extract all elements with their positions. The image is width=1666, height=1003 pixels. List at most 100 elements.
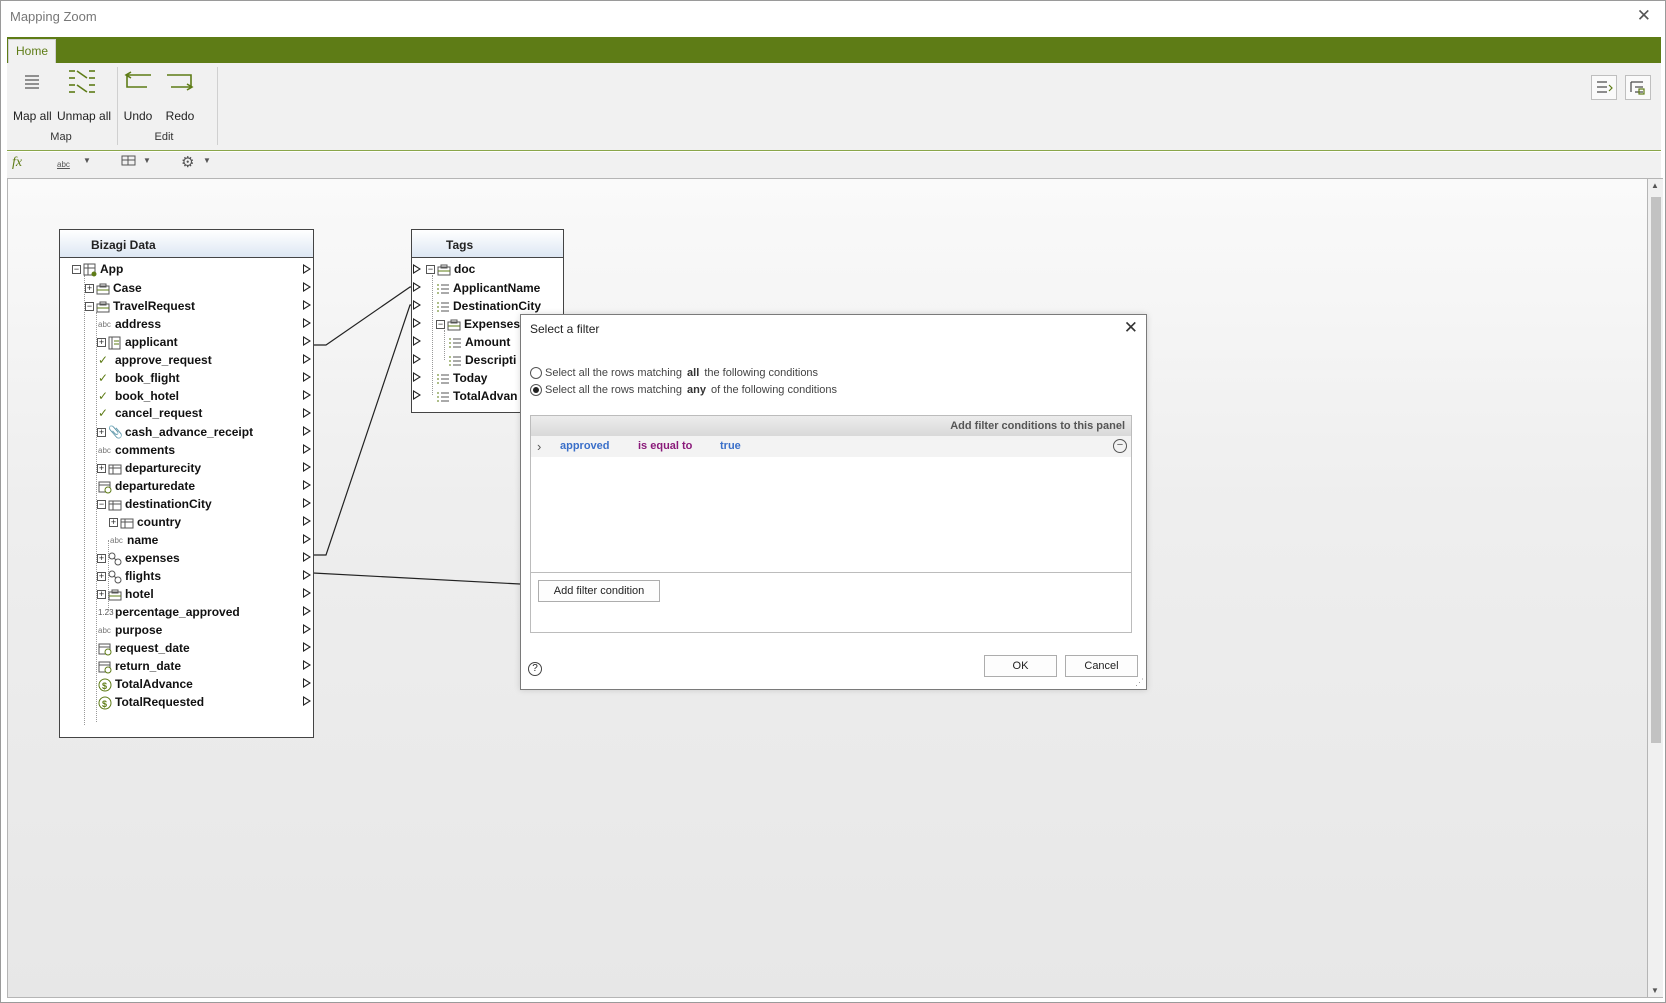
connector-arrow[interactable]	[413, 390, 421, 400]
tree-node-book-flight[interactable]: ✓ book_flight	[98, 369, 180, 388]
tree-node-totaladvance[interactable]: $ TotalAdvance	[98, 675, 193, 694]
connector-arrow[interactable]	[303, 354, 311, 364]
radio-match-all[interactable]: Select all the rows matching all the fol…	[530, 367, 818, 380]
add-filter-condition-button[interactable]: Add filter condition	[538, 580, 660, 602]
condition-value[interactable]: true	[720, 436, 741, 457]
tag-node-description[interactable]: Descripti	[448, 351, 516, 370]
connector-arrow[interactable]	[303, 660, 311, 670]
connector-arrow[interactable]	[413, 264, 421, 274]
tree-node-flights[interactable]: + flights	[97, 567, 161, 586]
ok-button[interactable]: OK	[984, 655, 1057, 677]
connector-arrow[interactable]	[303, 696, 311, 706]
radio-match-any[interactable]: Select all the rows matching any of the …	[530, 384, 837, 397]
collapse-tree-button[interactable]	[1625, 75, 1651, 100]
tag-node-applicantname[interactable]: ApplicantName	[436, 279, 540, 298]
radio-circle[interactable]	[530, 367, 542, 380]
tree-node-app[interactable]: − App	[72, 260, 123, 279]
tree-node-cash-advance-receipt[interactable]: + 📎 cash_advance_receipt	[97, 423, 253, 442]
unmap-all-button[interactable]: Unmap all	[57, 63, 111, 123]
tag-node-doc[interactable]: − doc	[426, 260, 475, 279]
tree-node-hotel[interactable]: + hotel	[97, 585, 154, 604]
connector-arrow[interactable]	[413, 282, 421, 292]
filter-condition-row[interactable]: › approved is equal to true −	[531, 436, 1131, 457]
remove-condition-icon[interactable]: −	[1113, 439, 1127, 453]
close-window-icon[interactable]: ✕	[1637, 6, 1651, 26]
connector-arrow[interactable]	[303, 552, 311, 562]
connector-arrow[interactable]	[303, 282, 311, 292]
connector-arrow[interactable]	[303, 588, 311, 598]
scrollbar-thumb[interactable]	[1651, 197, 1661, 743]
vertical-scrollbar[interactable]: ▲ ▼	[1648, 178, 1663, 998]
connector-arrow[interactable]	[413, 372, 421, 382]
expand-tree-button[interactable]	[1591, 75, 1617, 100]
scroll-up-icon[interactable]: ▲	[1651, 181, 1659, 190]
tree-node-departuredate[interactable]: departuredate	[98, 477, 195, 496]
connector-arrow[interactable]	[303, 516, 311, 526]
tag-node-today[interactable]: Today	[436, 369, 487, 388]
chevron-down-icon[interactable]: ▼	[143, 156, 151, 165]
connector-arrow[interactable]	[303, 534, 311, 544]
tree-node-name[interactable]: abc name	[110, 531, 158, 550]
connector-arrow[interactable]	[303, 444, 311, 454]
connector-arrow[interactable]	[303, 606, 311, 616]
gear-icon[interactable]: ⚙	[181, 153, 194, 171]
tree-node-percentage-approved[interactable]: 1.23percentage_approved	[98, 603, 240, 622]
connector-arrow[interactable]	[303, 408, 311, 418]
connector-arrow[interactable]	[413, 354, 421, 364]
tab-home[interactable]: Home	[8, 39, 56, 63]
undo-button[interactable]: Undo	[121, 63, 155, 123]
radio-circle-selected[interactable]	[530, 384, 542, 397]
connector-arrow[interactable]	[303, 498, 311, 508]
tag-node-expenses[interactable]: − Expenses	[436, 315, 520, 334]
tag-node-amount[interactable]: Amount	[448, 333, 510, 352]
abc-icon[interactable]: abc	[57, 160, 70, 169]
tree-node-applicant[interactable]: + applicant	[97, 333, 178, 352]
fx-icon[interactable]: fx	[12, 155, 22, 171]
condition-operator[interactable]: is equal to	[638, 436, 692, 457]
help-icon[interactable]: ?	[528, 662, 542, 676]
connector-arrow[interactable]	[303, 318, 311, 328]
chevron-down-icon[interactable]: ▼	[203, 156, 211, 165]
connector-arrow[interactable]	[303, 480, 311, 490]
connector-arrow[interactable]	[303, 264, 311, 274]
chevron-right-icon[interactable]: ›	[537, 436, 541, 457]
tag-node-totaladvance[interactable]: TotalAdvan	[436, 387, 517, 406]
connector-arrow[interactable]	[303, 300, 311, 310]
connector-arrow[interactable]	[413, 336, 421, 346]
tree-node-travelrequest[interactable]: − TravelRequest	[85, 297, 195, 316]
tree-node-departurecity[interactable]: + departurecity	[97, 459, 201, 478]
close-icon[interactable]: ✕	[1124, 318, 1138, 338]
redo-button[interactable]: Redo	[163, 63, 197, 123]
tree-node-request-date[interactable]: request_date	[98, 639, 190, 658]
tree-node-case[interactable]: + Case	[85, 279, 142, 298]
panel-header[interactable]: Add filter conditions to this panel	[531, 416, 1131, 436]
tree-node-purpose[interactable]: abc purpose	[98, 621, 162, 640]
tree-node-comments[interactable]: abc comments	[98, 441, 175, 460]
tree-node-destinationcity[interactable]: − destinationCity	[97, 495, 212, 514]
connector-arrow[interactable]	[413, 300, 421, 310]
chevron-down-icon[interactable]: ▼	[83, 156, 91, 165]
connector-arrow[interactable]	[413, 318, 421, 328]
table-icon[interactable]	[121, 154, 137, 173]
connector-arrow[interactable]	[303, 462, 311, 472]
cancel-button[interactable]: Cancel	[1065, 655, 1138, 677]
connector-arrow[interactable]	[303, 372, 311, 382]
connector-arrow[interactable]	[303, 390, 311, 400]
connector-arrow[interactable]	[303, 624, 311, 634]
tree-node-expenses[interactable]: + expenses	[97, 549, 180, 568]
tree-node-totalrequested[interactable]: $ TotalRequested	[98, 693, 204, 712]
tree-node-return-date[interactable]: return_date	[98, 657, 181, 676]
scroll-down-icon[interactable]: ▼	[1651, 986, 1659, 995]
tree-node-country[interactable]: + country	[109, 513, 181, 532]
condition-field[interactable]: approved	[560, 436, 610, 457]
connector-arrow[interactable]	[303, 426, 311, 436]
tree-node-cancel-request[interactable]: ✓ cancel_request	[98, 404, 202, 423]
connector-arrow[interactable]	[303, 336, 311, 346]
map-all-button[interactable]: Map all	[13, 63, 52, 123]
tree-node-address[interactable]: abc address	[98, 315, 161, 334]
connector-arrow[interactable]	[303, 642, 311, 652]
connector-arrow[interactable]	[303, 570, 311, 580]
connector-arrow[interactable]	[303, 678, 311, 688]
tree-node-approve-request[interactable]: ✓ approve_request	[98, 351, 212, 370]
resize-grip-icon[interactable]: ⋰	[1135, 677, 1144, 688]
